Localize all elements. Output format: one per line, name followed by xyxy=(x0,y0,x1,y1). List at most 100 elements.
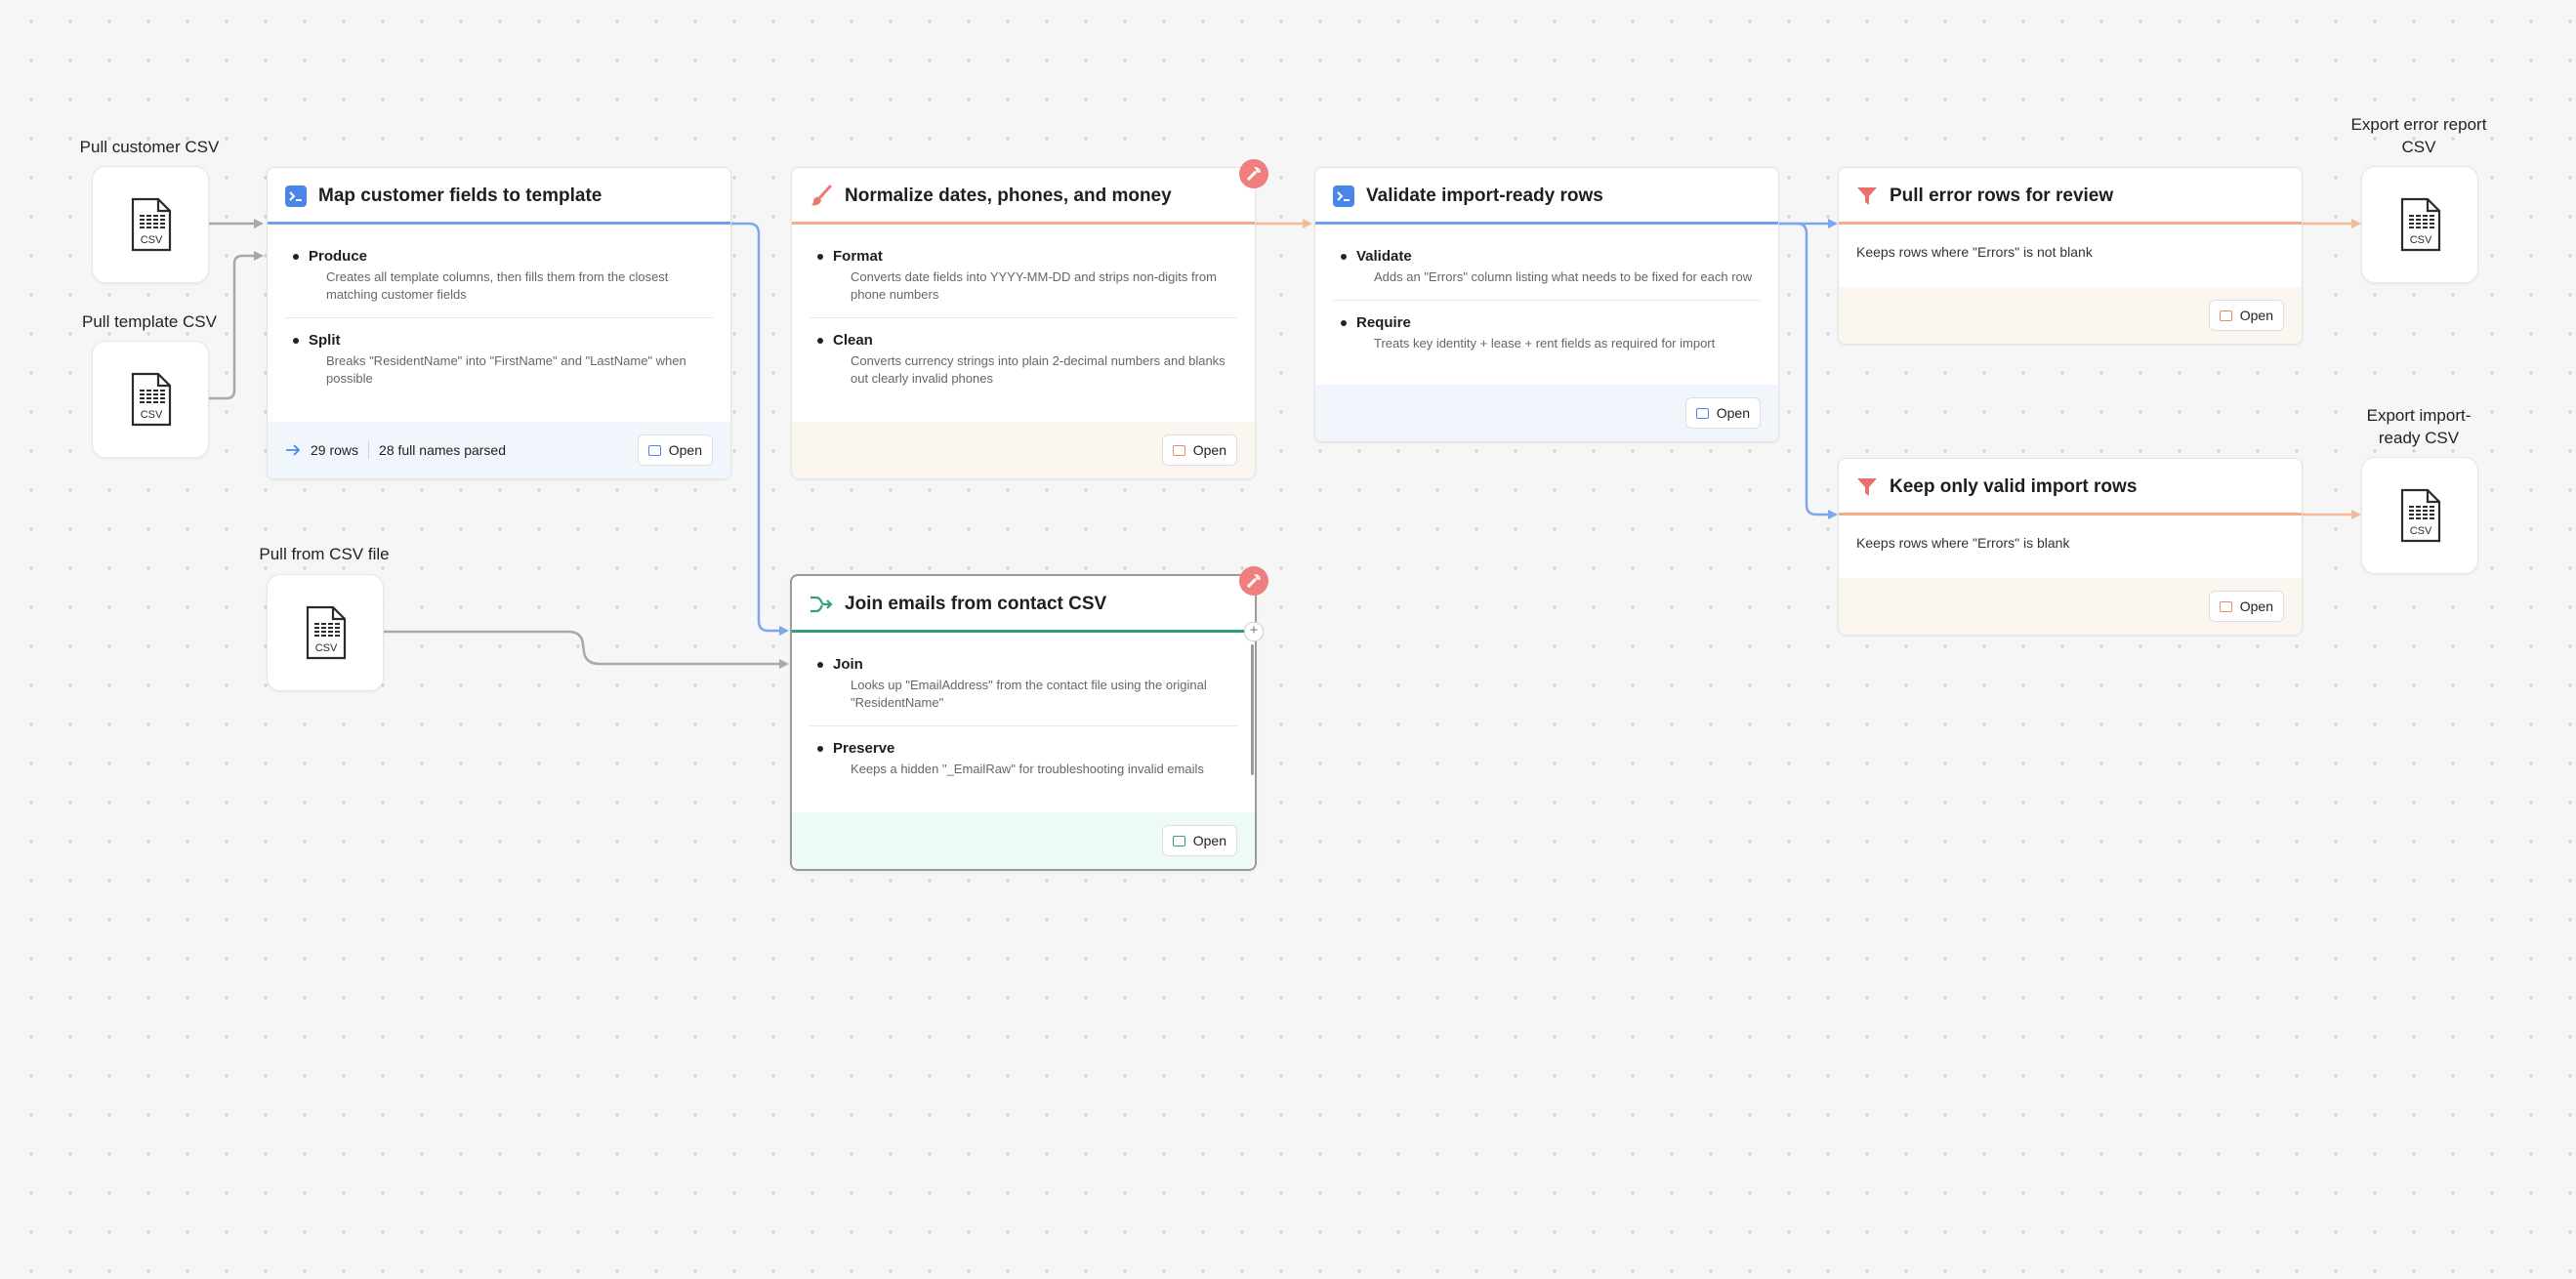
window-icon xyxy=(2219,309,2232,321)
card-header: Validate import-ready rows xyxy=(1315,168,1778,225)
csv-file-label: CSV xyxy=(141,409,163,421)
csv-file-icon: CSV xyxy=(2400,488,2441,543)
source-label-csv-file: Pull from CSV file xyxy=(259,545,390,563)
open-label: Open xyxy=(2239,598,2273,614)
bullet xyxy=(1341,253,1347,260)
step-card-normalize[interactable]: Normalize dates, phones, and money Forma… xyxy=(791,167,1256,479)
item-description: Adds an "Errors" column listing what nee… xyxy=(1374,269,1753,284)
card-footer: 29 rows 28 full names parsed Open xyxy=(268,422,730,478)
card-accent-line xyxy=(792,630,1255,633)
filter-icon xyxy=(1857,187,1877,205)
item-title: Preserve xyxy=(833,740,895,757)
open-button[interactable]: Open xyxy=(1684,397,1761,429)
csv-file-icon: CSV xyxy=(2400,197,2441,252)
stats-divider xyxy=(368,441,370,459)
list-item: Format Converts date fields into YYYY-MM… xyxy=(810,238,1237,304)
add-connection-handle[interactable]: + xyxy=(1244,622,1264,641)
open-button[interactable]: Open xyxy=(1161,825,1237,856)
bullet xyxy=(293,253,299,260)
item-description: Converts date fields into YYYY-MM-DD and… xyxy=(851,269,1217,302)
wrench-icon xyxy=(1247,167,1261,181)
source-node-customer-csv[interactable]: CSV xyxy=(92,166,209,283)
list-item: Split Breaks "ResidentName" into "FirstN… xyxy=(285,317,713,388)
window-icon xyxy=(647,444,661,456)
card-header: Pull error rows for review xyxy=(1839,168,2302,225)
open-label: Open xyxy=(1716,405,1750,421)
card-title: Keep only valid import rows xyxy=(1890,476,2138,497)
card-header: Normalize dates, phones, and money xyxy=(792,168,1255,225)
source-node-csv-file[interactable]: CSV xyxy=(267,574,384,691)
run-stats: 29 rows 28 full names parsed xyxy=(285,441,506,459)
open-button[interactable]: Open xyxy=(2208,591,2284,622)
card-description: Keeps rows where "Errors" is blank xyxy=(1856,535,2070,551)
bullet xyxy=(293,337,299,344)
wrench-icon xyxy=(1247,574,1261,588)
edge-map-to-join xyxy=(730,222,789,636)
card-header: Map customer fields to template xyxy=(268,168,730,225)
wrench-badge[interactable] xyxy=(1239,566,1268,596)
row-count: 29 rows xyxy=(311,442,359,458)
card-accent-line xyxy=(792,222,1255,225)
card-header: Keep only valid import rows xyxy=(1839,459,2302,516)
card-accent-line xyxy=(268,222,730,225)
card-scrollbar[interactable] xyxy=(1251,644,1254,775)
bullet xyxy=(817,745,823,752)
csv-file-label: CSV xyxy=(141,234,163,246)
list-item: Join Looks up "EmailAddress" from the co… xyxy=(810,646,1237,712)
card-footer: Open xyxy=(1839,578,2302,635)
card-accent-line xyxy=(1839,513,2302,516)
card-footer: Open xyxy=(792,422,1255,478)
arrow-right-icon xyxy=(286,444,301,456)
item-description: Looks up "EmailAddress" from the contact… xyxy=(851,678,1207,710)
item-title: Split xyxy=(309,332,341,349)
terminal-icon xyxy=(285,186,307,207)
list-item: Clean Converts currency strings into pla… xyxy=(810,317,1237,388)
item-description: Treats key identity + lease + rent field… xyxy=(1374,336,1716,351)
open-label: Open xyxy=(1192,833,1226,848)
step-card-validate[interactable]: Validate import-ready rows Validate Adds… xyxy=(1314,167,1779,442)
list-item: Validate Adds an "Errors" column listing… xyxy=(1333,238,1761,286)
export-node-import-ready[interactable]: CSV xyxy=(2361,457,2478,574)
step-card-keep-valid[interactable]: Keep only valid import rows Keeps rows w… xyxy=(1838,458,2303,636)
window-icon xyxy=(1172,835,1185,846)
item-title: Join xyxy=(833,656,863,673)
open-button[interactable]: Open xyxy=(637,434,713,466)
export-label-import-ready: Export import-ready CSV xyxy=(2366,406,2472,447)
item-description: Converts currency strings into plain 2-d… xyxy=(851,353,1226,386)
item-title: Require xyxy=(1356,314,1411,331)
window-icon xyxy=(1695,407,1709,419)
open-button[interactable]: Open xyxy=(1161,434,1237,466)
source-node-template-csv[interactable]: CSV xyxy=(92,341,209,458)
card-title: Validate import-ready rows xyxy=(1366,186,1603,206)
bullet xyxy=(1341,319,1347,326)
item-description: Creates all template columns, then fills… xyxy=(326,269,669,302)
csv-file-label: CSV xyxy=(2410,525,2432,537)
workflow-canvas[interactable]: Pull customer CSV CSV Pull template CSV … xyxy=(0,0,2576,1279)
card-footer: Open xyxy=(1839,287,2302,344)
item-description: Keeps a hidden "_EmailRaw" for troublesh… xyxy=(851,762,1204,776)
step-card-join-emails[interactable]: Join emails from contact CSV Join Looks … xyxy=(790,574,1257,871)
card-accent-line xyxy=(1315,222,1778,225)
open-label: Open xyxy=(2239,308,2273,323)
item-title: Format xyxy=(833,248,883,265)
item-title: Produce xyxy=(309,248,368,265)
bullet xyxy=(817,253,823,260)
card-footer: Open xyxy=(1315,385,1778,441)
bullet xyxy=(817,337,823,344)
card-accent-line xyxy=(1839,222,2302,225)
csv-file-label: CSV xyxy=(315,642,338,654)
csv-file-icon: CSV xyxy=(131,197,172,252)
list-item: Preserve Keeps a hidden "_EmailRaw" for … xyxy=(810,725,1237,778)
open-label: Open xyxy=(668,442,702,458)
open-button[interactable]: Open xyxy=(2208,300,2284,331)
step-card-pull-errors[interactable]: Pull error rows for review Keeps rows wh… xyxy=(1838,167,2303,345)
csv-file-icon: CSV xyxy=(131,372,172,427)
step-card-map-fields[interactable]: Map customer fields to template Produce … xyxy=(267,167,731,479)
export-node-error-report[interactable]: CSV xyxy=(2361,166,2478,283)
csv-file-icon: CSV xyxy=(306,605,347,660)
wrench-badge[interactable] xyxy=(1239,159,1268,188)
source-label-template: Pull template CSV xyxy=(82,312,217,331)
list-item: Produce Creates all template columns, th… xyxy=(285,238,713,304)
terminal-icon xyxy=(1333,186,1354,207)
item-title: Clean xyxy=(833,332,873,349)
